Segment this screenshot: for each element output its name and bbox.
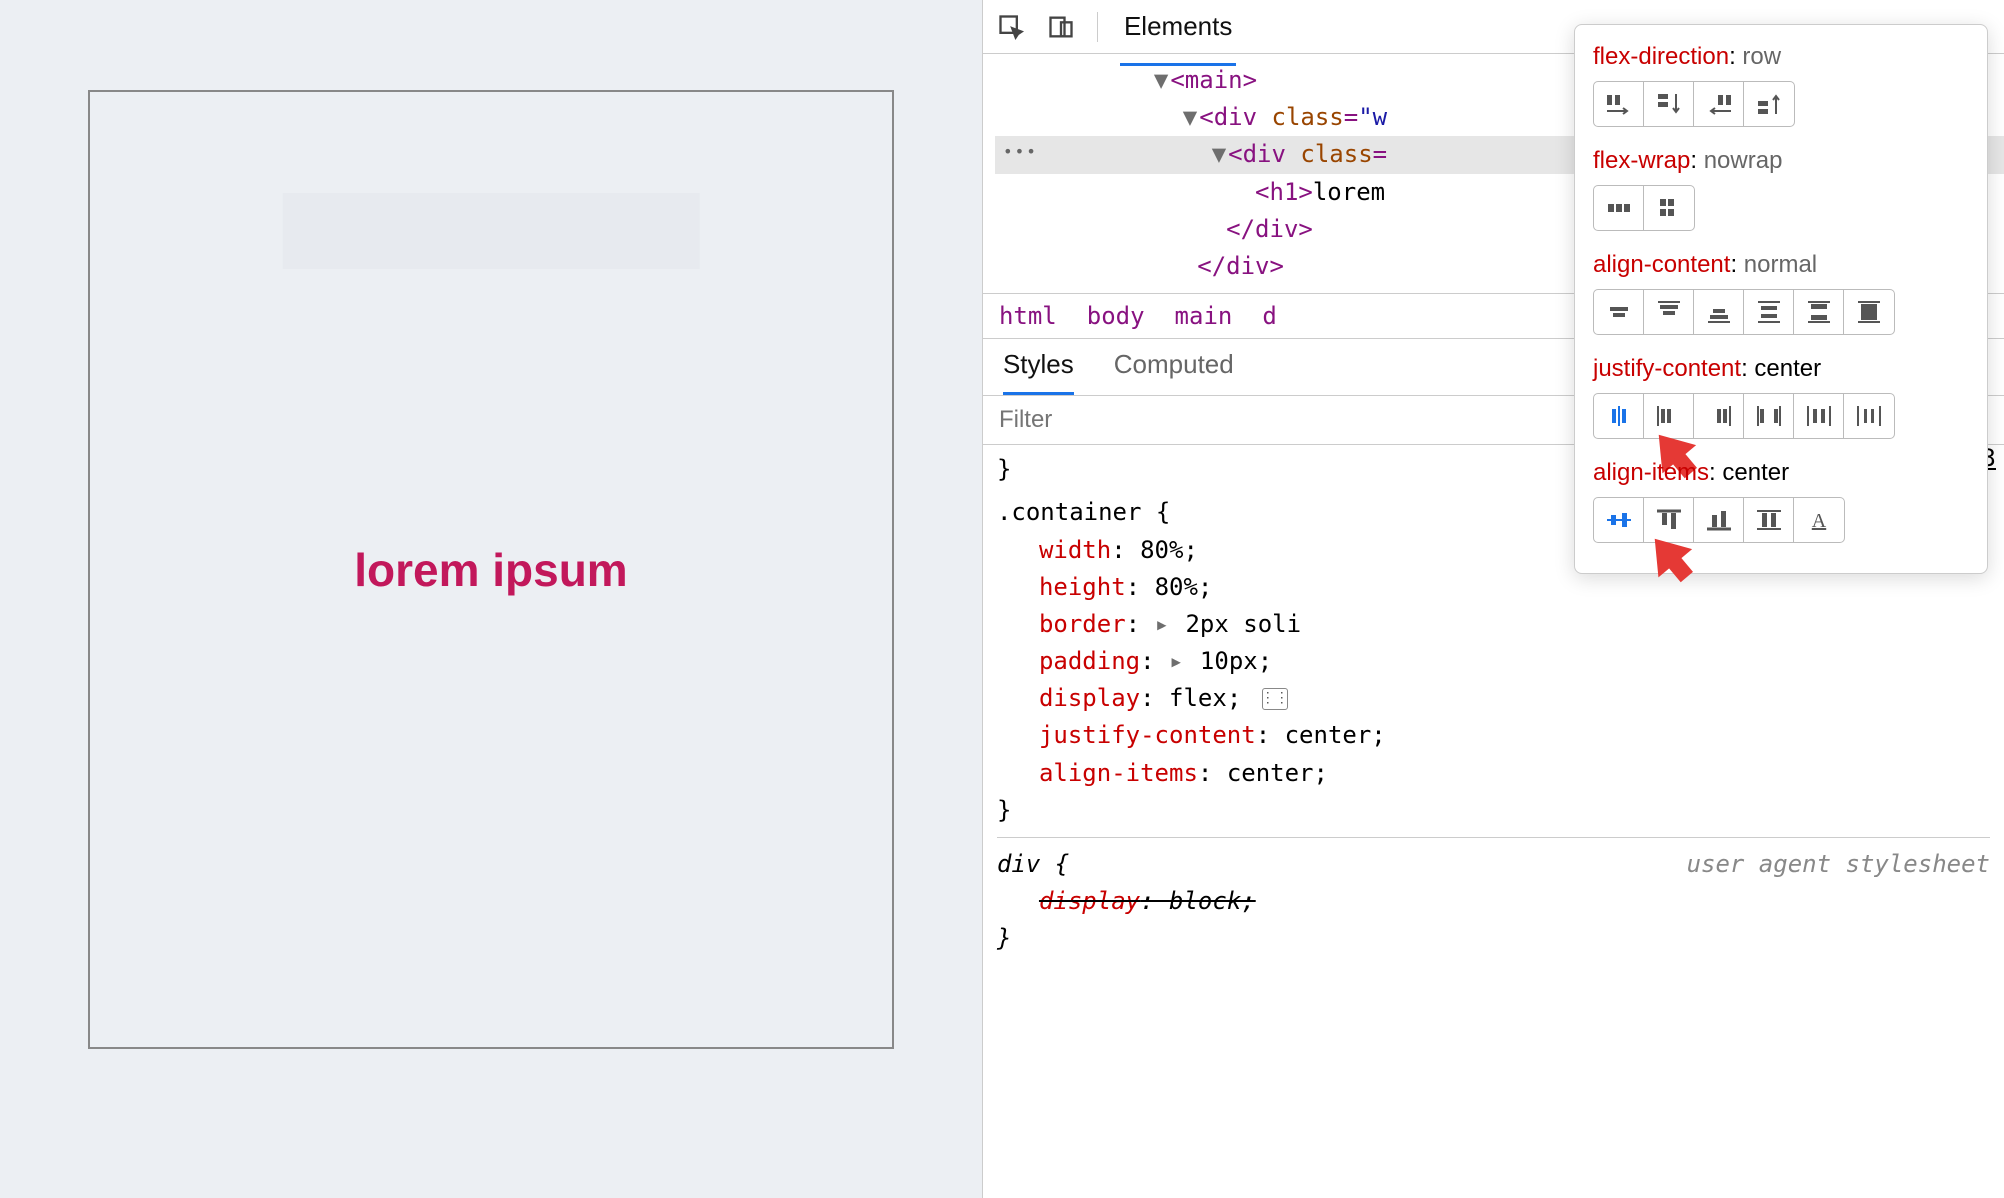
align-items-center-button[interactable] [1594, 498, 1644, 542]
decl-display[interactable]: display: flex; ⋮⋮ [997, 680, 1990, 717]
decl-ua-display[interactable]: display: block; [997, 883, 1990, 920]
group-justify-content: justify-content: center [1593, 355, 1969, 439]
svg-text:A: A [1812, 510, 1827, 532]
crumb-body[interactable]: body [1087, 302, 1145, 330]
expand-triangle-icon[interactable]: ▸ [1169, 643, 1183, 680]
align-content-stretch-button[interactable] [1844, 290, 1894, 334]
flex-direction-row-reverse-button[interactable] [1694, 82, 1744, 126]
page-heading: lorem ipsum [354, 543, 628, 597]
flex-editor-icon[interactable]: ⋮⋮ [1262, 688, 1288, 710]
align-items-end-button[interactable] [1694, 498, 1744, 542]
tab-styles[interactable]: Styles [1003, 349, 1074, 395]
group-align-items: align-items: center A [1593, 459, 1969, 543]
tab-computed[interactable]: Computed [1114, 349, 1234, 395]
devtools-panel: Elements ▼<main> ▼<div class="w ▼<div cl… [982, 0, 2004, 1198]
align-content-end-button[interactable] [1694, 290, 1744, 334]
decl-height[interactable]: height: 80%; [997, 569, 1990, 606]
align-content-space-between-button[interactable] [1794, 290, 1844, 334]
align-content-space-around-button[interactable] [1744, 290, 1794, 334]
flex-direction-row-button[interactable] [1594, 82, 1644, 126]
rule-user-agent: user agent stylesheet div { display: blo… [997, 837, 1990, 958]
container-box: lorem ipsum [88, 90, 893, 1048]
inspect-element-icon[interactable] [997, 13, 1025, 41]
inspect-highlight [283, 193, 700, 269]
justify-content-end-button[interactable] [1694, 394, 1744, 438]
justify-content-space-between-button[interactable] [1744, 394, 1794, 438]
justify-content-center-button[interactable] [1594, 394, 1644, 438]
expand-triangle-icon[interactable]: ▸ [1155, 606, 1169, 643]
rendered-page: lorem ipsum [0, 0, 982, 1198]
flex-direction-column-button[interactable] [1644, 82, 1694, 126]
decl-align-items[interactable]: align-items: center; [997, 755, 1990, 792]
crumb-html[interactable]: html [999, 302, 1057, 330]
crumb-main[interactable]: main [1175, 302, 1233, 330]
group-align-content: align-content: normal [1593, 251, 1969, 335]
flex-direction-column-reverse-button[interactable] [1744, 82, 1794, 126]
flex-wrap-wrap-button[interactable] [1644, 186, 1694, 230]
container-close-brace: } [997, 792, 1990, 829]
align-items-stretch-button[interactable] [1744, 498, 1794, 542]
justify-content-space-around-button[interactable] [1794, 394, 1844, 438]
flex-wrap-nowrap-button[interactable] [1594, 186, 1644, 230]
justify-content-space-evenly-button[interactable] [1844, 394, 1894, 438]
decl-justify-content[interactable]: justify-content: center; [997, 717, 1990, 754]
ua-close-brace: } [997, 920, 1990, 957]
device-toolbar-icon[interactable] [1047, 13, 1075, 41]
align-items-baseline-button[interactable]: A [1794, 498, 1844, 542]
toolbar-divider [1097, 12, 1098, 42]
decl-padding[interactable]: padding: ▸ 10px; [997, 643, 1990, 680]
tab-elements[interactable]: Elements [1120, 1, 1236, 52]
flexbox-editor-popover: flex-direction: row flex-wrap: nowrap al… [1574, 24, 1988, 574]
crumb-div[interactable]: d [1262, 302, 1276, 330]
user-agent-label: user agent stylesheet [1687, 846, 1990, 883]
group-flex-direction: flex-direction: row [1593, 43, 1969, 127]
decl-border[interactable]: border: ▸ 2px soli [997, 606, 1990, 643]
align-content-center-button[interactable] [1594, 290, 1644, 334]
group-flex-wrap: flex-wrap: nowrap [1593, 147, 1969, 231]
align-content-start-button[interactable] [1644, 290, 1694, 334]
